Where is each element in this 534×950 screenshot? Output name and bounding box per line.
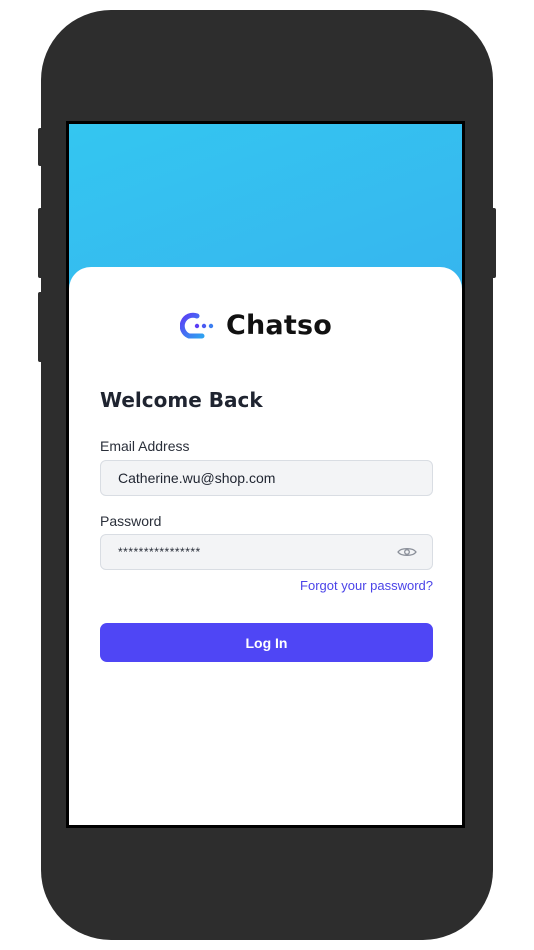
brand-logo: Chatso bbox=[180, 310, 332, 341]
phone-screen: Chatso Welcome Back Email Address Cather… bbox=[66, 121, 465, 828]
chat-logo-icon bbox=[180, 312, 214, 338]
page-title: Welcome Back bbox=[100, 388, 263, 412]
eye-icon[interactable] bbox=[397, 546, 417, 558]
volume-up-button bbox=[38, 208, 44, 278]
password-field[interactable]: **************** bbox=[100, 534, 433, 570]
brand-name: Chatso bbox=[226, 310, 332, 341]
password-value: **************** bbox=[118, 545, 201, 559]
volume-down-button bbox=[38, 292, 44, 362]
email-value: Catherine.wu@shop.com bbox=[118, 470, 276, 486]
forgot-password-link[interactable]: Forgot your password? bbox=[300, 578, 433, 593]
power-button bbox=[490, 208, 496, 278]
email-label: Email Address bbox=[100, 438, 190, 454]
password-label: Password bbox=[100, 513, 162, 529]
login-button[interactable]: Log In bbox=[100, 623, 433, 662]
email-field[interactable]: Catherine.wu@shop.com bbox=[100, 460, 433, 496]
gradient-header: Chatso Welcome Back Email Address Cather… bbox=[69, 124, 462, 825]
mute-switch bbox=[38, 128, 44, 166]
login-card: Chatso Welcome Back Email Address Cather… bbox=[69, 267, 462, 825]
